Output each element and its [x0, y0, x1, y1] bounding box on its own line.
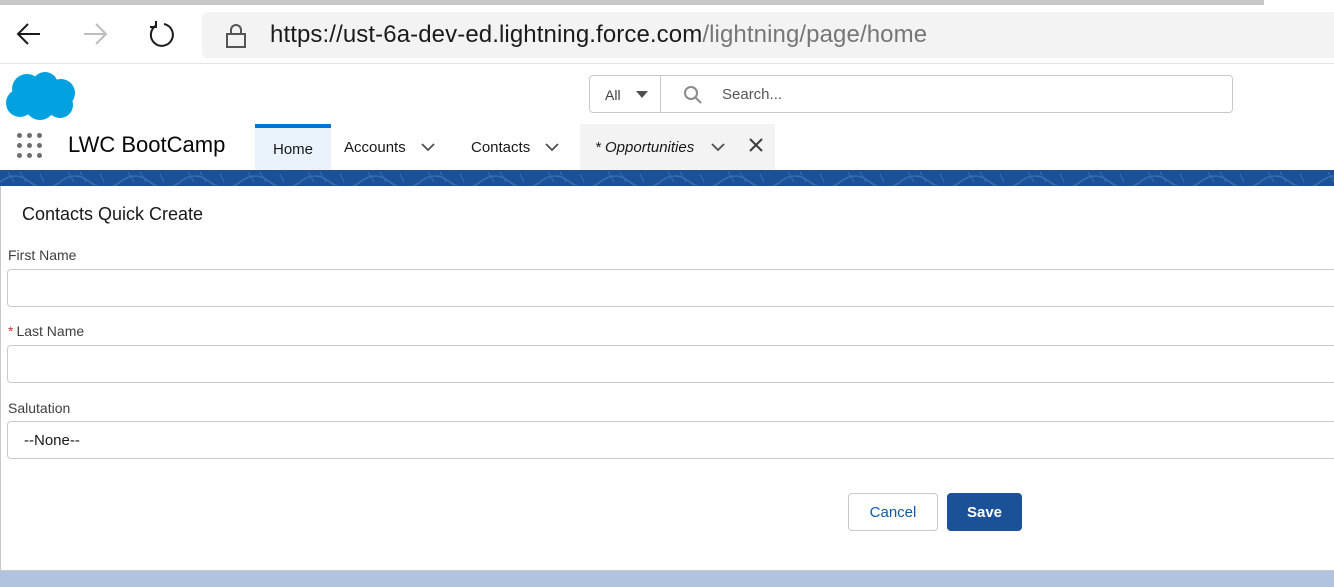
waffle-dot — [27, 143, 32, 148]
tab-contacts-label: Contacts — [471, 138, 531, 156]
tab-home[interactable]: Home — [255, 124, 331, 170]
last-name-label: Last Name — [16, 323, 85, 339]
brand-banner — [0, 170, 1334, 186]
url-host: https://ust-6a-dev-ed.lightning.force.co… — [270, 21, 703, 48]
required-asterisk: * — [8, 323, 14, 339]
card-title: Contacts Quick Create — [22, 204, 204, 224]
waffle-dot — [37, 153, 42, 158]
search-icon — [684, 86, 702, 104]
salutation-value: --None-- — [24, 432, 80, 449]
first-name-field[interactable] — [7, 269, 1334, 307]
waffle-dot — [17, 143, 22, 148]
contacts-quick-create-card: Contacts Quick Create First Name * Last N… — [0, 186, 1334, 571]
tab-accounts-label: Accounts — [344, 138, 406, 156]
waffle-dot — [17, 133, 22, 138]
salutation-label: Salutation — [8, 400, 71, 416]
last-name-label-row: * Last Name — [8, 323, 84, 339]
refresh-button[interactable] — [143, 16, 179, 52]
chevron-down-icon[interactable] — [710, 139, 726, 155]
tab-home-label: Home — [272, 140, 313, 158]
waffle-dot — [17, 153, 22, 158]
tab-opportunities[interactable]: * Opportunities — [580, 124, 775, 170]
global-search: All — [589, 75, 1233, 113]
forward-arrow-icon — [84, 23, 108, 45]
tab-opportunities-label: * Opportunities — [595, 138, 695, 156]
back-arrow-icon — [16, 23, 40, 45]
search-input[interactable] — [722, 83, 1202, 105]
app-launcher-button[interactable] — [17, 133, 43, 159]
tab-contacts[interactable]: Contacts — [471, 124, 560, 170]
forward-button[interactable] — [77, 16, 113, 52]
search-scope-dropdown[interactable]: All — [590, 76, 661, 112]
waffle-dot — [37, 133, 42, 138]
back-button[interactable] — [11, 16, 47, 52]
browser-tab-strip — [0, 0, 1264, 5]
banner-pattern — [0, 170, 1334, 186]
salesforce-header: All LWC BootCamp Home Accounts Contacts … — [0, 64, 1334, 170]
first-name-label: First Name — [8, 247, 77, 263]
chevron-down-icon[interactable] — [544, 139, 560, 155]
url-text[interactable]: https://ust-6a-dev-ed.lightning.force.co… — [270, 21, 927, 49]
url-path: /lightning/page/home — [702, 21, 928, 48]
chevron-down-icon[interactable] — [420, 139, 436, 155]
last-name-field[interactable] — [7, 345, 1334, 383]
tab-accounts[interactable]: Accounts — [344, 124, 436, 170]
close-tab-icon[interactable] — [747, 136, 765, 154]
refresh-icon — [149, 21, 174, 47]
save-button[interactable]: Save — [947, 493, 1022, 531]
app-name: LWC BootCamp — [68, 132, 226, 157]
salesforce-cloud-logo[interactable] — [5, 71, 77, 121]
search-scope-label: All — [605, 87, 621, 103]
cancel-button[interactable]: Cancel — [848, 493, 938, 531]
salutation-select[interactable]: --None-- — [7, 421, 1334, 459]
waffle-dot — [37, 143, 42, 148]
waffle-dot — [27, 153, 32, 158]
browser-toolbar: https://ust-6a-dev-ed.lightning.force.co… — [0, 0, 1334, 64]
page-background-strip — [0, 572, 1334, 587]
waffle-dot — [27, 133, 32, 138]
caret-down-icon — [636, 91, 648, 98]
lock-icon — [226, 24, 246, 48]
